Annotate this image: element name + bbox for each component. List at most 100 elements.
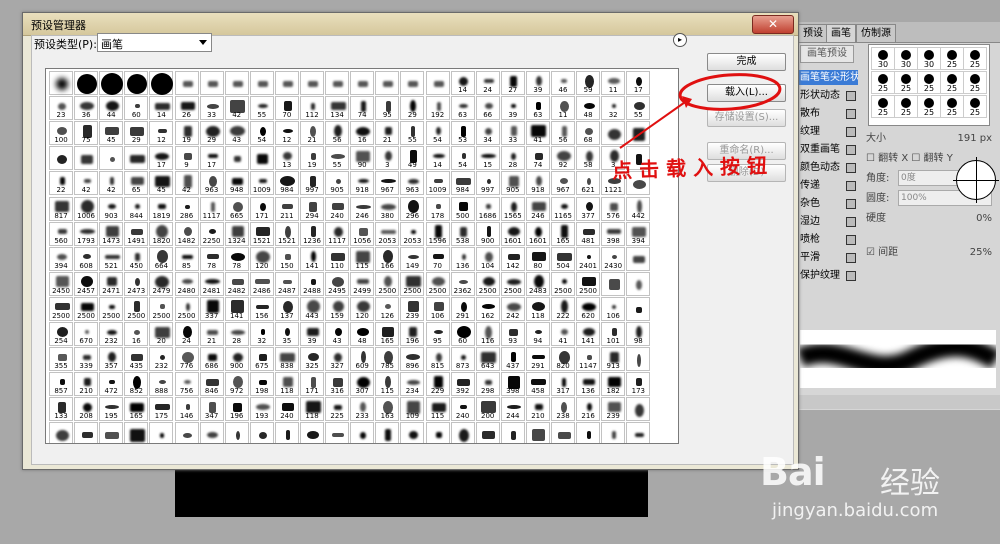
- brush-preset-cell[interactable]: 165: [124, 397, 149, 422]
- lock-icon[interactable]: [846, 109, 856, 119]
- brush-preset-cell[interactable]: 44: [99, 96, 124, 121]
- brush-preset-cell[interactable]: 3: [375, 146, 400, 171]
- brush-preset-cell[interactable]: 141: [300, 246, 324, 271]
- brush-preset-cell[interactable]: 48: [576, 96, 601, 121]
- brush-preset-cell[interactable]: 42: [99, 171, 124, 196]
- brush-preset-cell[interactable]: 210: [74, 372, 99, 397]
- brush-preset-cell[interactable]: [124, 71, 149, 95]
- brush-preset-cell[interactable]: [350, 422, 375, 443]
- brush-preset-cell[interactable]: 58: [576, 146, 601, 171]
- brush-preset-cell[interactable]: 55: [400, 121, 425, 146]
- brush-preset-cell[interactable]: [400, 71, 425, 95]
- brush-preset-cell[interactable]: 472: [99, 372, 124, 397]
- brush-preset-cell[interactable]: 972: [224, 372, 249, 397]
- brush-preset-cell[interactable]: 997: [475, 171, 500, 196]
- brush-tip-thumb[interactable]: 25: [894, 95, 918, 118]
- brush-preset-cell[interactable]: [124, 146, 149, 171]
- brush-preset-cell[interactable]: 242: [500, 296, 525, 321]
- brush-preset-cell[interactable]: 225: [325, 397, 350, 422]
- brush-preset-cell[interactable]: [174, 71, 199, 95]
- brush-tip-thumb[interactable]: 25: [940, 71, 964, 94]
- brush-preset-cell[interactable]: 42: [224, 96, 249, 121]
- brush-preset-cell[interactable]: 291: [450, 296, 475, 321]
- brush-preset-cell[interactable]: 11: [601, 71, 626, 95]
- brush-preset-cell[interactable]: 2500: [551, 271, 575, 296]
- brush-preset-cell[interactable]: 239: [601, 397, 626, 422]
- brush-preset-cell[interactable]: 32: [249, 322, 274, 346]
- brush-preset-cell[interactable]: 110: [325, 246, 350, 271]
- brush-preset-cell[interactable]: 78: [199, 246, 224, 271]
- brush-preset-cell[interactable]: [174, 422, 199, 443]
- brush-preset-cell[interactable]: 394: [626, 221, 651, 246]
- brush-preset-cell[interactable]: 2482: [224, 271, 249, 296]
- brush-preset-cell[interactable]: 838: [274, 347, 299, 372]
- brush-preset-cell[interactable]: 162: [475, 296, 500, 321]
- brush-option-item[interactable]: 喷枪: [798, 232, 858, 247]
- brush-preset-cell[interactable]: 112: [300, 96, 324, 121]
- brush-preset-cell[interactable]: 32: [601, 96, 626, 121]
- brush-preset-cell[interactable]: 93: [500, 322, 525, 346]
- brush-preset-cell[interactable]: 21: [199, 322, 224, 346]
- brush-preset-cell[interactable]: [350, 71, 375, 95]
- brush-preset-cell[interactable]: 56: [325, 121, 350, 146]
- brush-preset-cell[interactable]: 136: [450, 246, 475, 271]
- brush-preset-cell[interactable]: 2495: [325, 271, 350, 296]
- lock-icon[interactable]: [846, 163, 856, 173]
- brush-preset-cell[interactable]: 560: [49, 221, 73, 246]
- brush-preset-cell[interactable]: 621: [576, 171, 601, 196]
- brush-preset-cell[interactable]: 133: [49, 397, 73, 422]
- brush-preset-cell[interactable]: 2500: [49, 296, 73, 321]
- brush-preset-cell[interactable]: 238: [551, 397, 575, 422]
- brush-preset-cell[interactable]: 63: [525, 96, 550, 121]
- brush-preset-cell[interactable]: 2500: [475, 271, 500, 296]
- brush-preset-cell[interactable]: 1473: [99, 221, 124, 246]
- brush-option-item[interactable]: 颜色动态: [798, 160, 858, 175]
- brush-preset-cell[interactable]: [224, 422, 249, 443]
- brush-preset-cell[interactable]: 16: [124, 322, 149, 346]
- brush-preset-cell[interactable]: 240: [325, 196, 350, 221]
- brush-preset-cell[interactable]: 296: [400, 196, 425, 221]
- brush-preset-cell[interactable]: 1601: [500, 221, 525, 246]
- brush-preset-cell[interactable]: 442: [626, 196, 651, 221]
- brush-preset-cell[interactable]: 905: [325, 171, 350, 196]
- brush-preset-cell[interactable]: 55: [325, 146, 350, 171]
- brush-preset-cell[interactable]: 1819: [149, 196, 174, 221]
- brush-preset-cell[interactable]: 39: [300, 322, 324, 346]
- brush-preset-cell[interactable]: [500, 422, 525, 443]
- brush-preset-cell[interactable]: 481: [576, 221, 601, 246]
- brush-preset-cell[interactable]: 675: [249, 347, 274, 372]
- brush-preset-cell[interactable]: 173: [626, 372, 651, 397]
- brush-preset-cell[interactable]: 120: [350, 296, 375, 321]
- brush-preset-cell[interactable]: 2499: [350, 271, 375, 296]
- brush-preset-cell[interactable]: [425, 71, 450, 95]
- brush-preset-cell[interactable]: 1565: [500, 196, 525, 221]
- brush-tip-thumb[interactable]: 25: [871, 95, 895, 118]
- brush-preset-cell[interactable]: [149, 422, 174, 443]
- lock-icon[interactable]: [846, 199, 856, 209]
- brush-preset-cell[interactable]: 19: [300, 146, 324, 171]
- brush-preset-cell[interactable]: 60: [124, 96, 149, 121]
- brush-preset-cell[interactable]: 78: [224, 246, 249, 271]
- brush-preset-cell[interactable]: 13: [274, 146, 299, 171]
- brush-tip-thumb[interactable]: 25: [963, 47, 987, 70]
- brush-preset-cell[interactable]: 195: [99, 397, 124, 422]
- brush-preset-cell[interactable]: [375, 71, 400, 95]
- brush-preset-cell[interactable]: [49, 146, 73, 171]
- brush-preset-cell[interactable]: 193: [249, 397, 274, 422]
- brush-preset-cell[interactable]: [74, 71, 99, 95]
- brush-preset-cell[interactable]: 90: [350, 146, 375, 171]
- brush-preset-cell[interactable]: 239: [400, 296, 425, 321]
- brush-preset-cell[interactable]: 392: [450, 372, 475, 397]
- brush-preset-cell[interactable]: 905: [500, 171, 525, 196]
- brush-option-item[interactable]: 湿边: [798, 214, 858, 229]
- brush-preset-cell[interactable]: 28: [224, 322, 249, 346]
- brush-preset-cell[interactable]: 165: [375, 322, 400, 346]
- brush-tip-thumb[interactable]: 25: [894, 71, 918, 94]
- brush-preset-cell[interactable]: 14: [149, 96, 174, 121]
- brush-preset-cell[interactable]: 28: [500, 146, 525, 171]
- brush-option-item[interactable]: 纹理: [798, 124, 858, 139]
- brush-preset-cell[interactable]: 1601: [525, 221, 550, 246]
- brush-preset-cell[interactable]: 116: [475, 322, 500, 346]
- brush-preset-cell[interactable]: 538: [450, 221, 475, 246]
- brush-preset-cell[interactable]: 852: [124, 372, 149, 397]
